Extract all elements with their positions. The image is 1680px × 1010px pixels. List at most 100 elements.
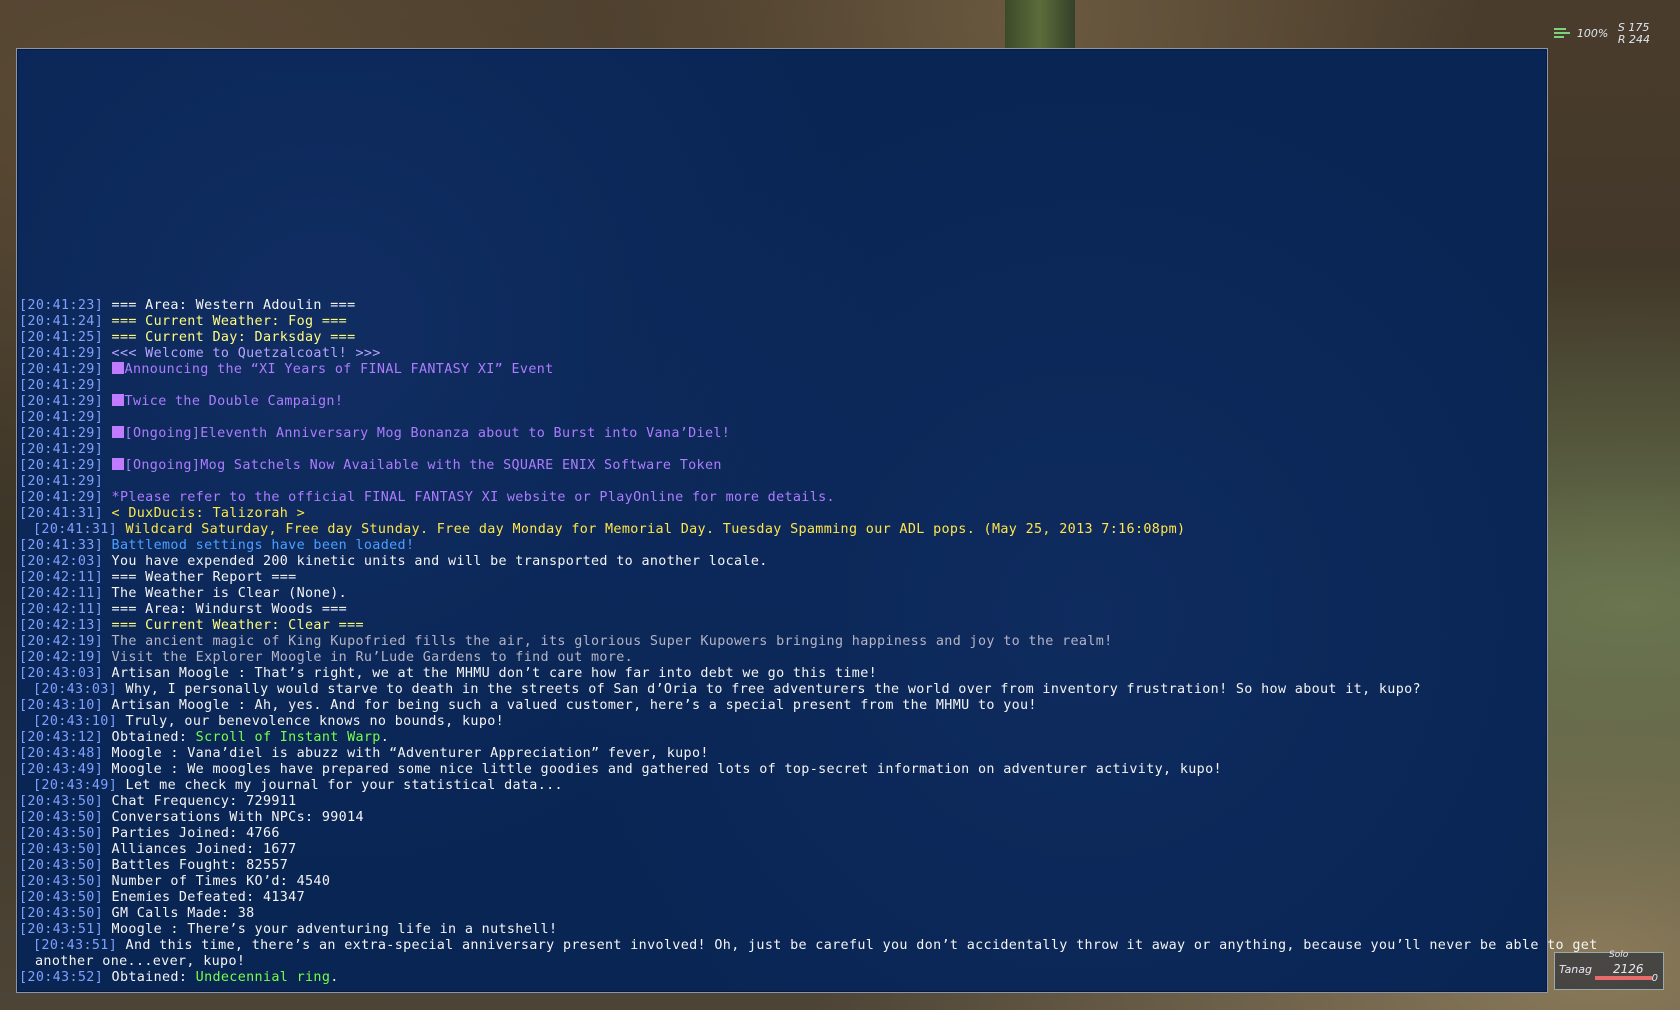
chat-timestamp: [20:41:29] [19, 474, 104, 489]
chat-line: [20:41:23] === Area: Western Adoulin === [19, 298, 1541, 314]
connection-percent: 100% [1576, 27, 1609, 40]
chat-text: *Please refer to the official FINAL FANT… [103, 490, 835, 505]
chat-line: [20:43:50] Number of Times KO’d: 4540 [19, 874, 1541, 890]
chat-timestamp: [20:41:31] [33, 522, 118, 537]
chat-text: === Weather Report === [103, 570, 297, 585]
chat-line: [20:41:24] === Current Weather: Fog === [19, 314, 1541, 330]
chat-text: Obtained: [103, 970, 196, 985]
chat-line: [20:43:50] Enemies Defeated: 41347 [19, 890, 1541, 906]
chat-log-window[interactable]: [20:41:23] === Area: Western Adoulin ===… [16, 48, 1597, 993]
chat-text: another one...ever, kupo! [35, 954, 246, 969]
player-name: Tanag [1559, 963, 1592, 976]
bullet-square-icon [111, 458, 124, 470]
chat-line: [20:42:19] The ancient magic of King Kup… [19, 634, 1541, 650]
top-right-hud: 100% S 175 R 244 [1553, 22, 1650, 46]
chat-line: [20:41:31] Wildcard Saturday, Free day S… [19, 522, 1541, 538]
chat-line: [20:41:29] [19, 410, 1541, 426]
chat-line: [20:41:29] [Ongoing]Mog Satchels Now Ava… [19, 458, 1541, 474]
chat-text: Twice the Double Campaign! [124, 394, 344, 409]
chat-text: And this time, there’s an extra-special … [117, 938, 1598, 953]
chat-text: Wildcard Saturday, Free day Stunday. Fre… [117, 522, 1186, 537]
chat-line: [20:43:50] Parties Joined: 4766 [19, 826, 1541, 842]
hp-bar [1595, 976, 1655, 980]
chat-line: [20:42:03] You have expended 200 kinetic… [19, 554, 1541, 570]
chat-timestamp: [20:41:23] [19, 298, 104, 313]
chat-timestamp: [20:43:51] [33, 938, 118, 953]
chat-text: === Current Day: Darksday === [103, 330, 356, 345]
chat-timestamp: [20:43:50] [19, 906, 104, 921]
chat-timestamp: [20:43:51] [19, 922, 104, 937]
chat-line: [20:41:29] *Please refer to the official… [19, 490, 1541, 506]
chat-timestamp: [20:41:29] [19, 362, 104, 377]
chat-timestamp: [20:41:31] [19, 506, 104, 521]
chat-timestamp: [20:43:49] [33, 778, 118, 793]
chat-text: Truly, our benevolence knows no bounds, … [117, 714, 505, 729]
chat-line: [20:42:19] Visit the Explorer Moogle in … [19, 650, 1541, 666]
chat-timestamp: [20:43:50] [19, 842, 104, 857]
chat-line: [20:42:11] === Area: Windurst Woods === [19, 602, 1541, 618]
chat-timestamp: [20:43:52] [19, 970, 104, 985]
chat-timestamp: [20:41:29] [19, 458, 104, 473]
chat-line: [20:42:11] === Weather Report === [19, 570, 1541, 586]
chat-timestamp: [20:43:50] [19, 810, 104, 825]
chat-text: . [330, 970, 339, 985]
chat-timestamp: [20:41:29] [19, 410, 104, 425]
chat-timestamp: [20:41:29] [19, 426, 104, 441]
party-status-box[interactable]: Solo Tanag 2126 0 [1554, 950, 1664, 990]
chat-timestamp: [20:41:25] [19, 330, 104, 345]
chat-timestamp: [20:43:50] [19, 826, 104, 841]
chat-timestamp: [20:43:10] [19, 698, 104, 713]
chat-text: Alliances Joined: 1677 [103, 842, 297, 857]
chat-text: Parties Joined: 4766 [103, 826, 280, 841]
chat-text: === Area: Western Adoulin === [103, 298, 356, 313]
chat-text: [Ongoing]Mog Satchels Now Available with… [124, 458, 722, 473]
player-hp: 2126 [1613, 962, 1644, 976]
hud-coordinates: S 175 R 244 [1618, 22, 1650, 46]
chat-timestamp: [20:43:50] [19, 794, 104, 809]
background-tree-trunk [1005, 0, 1075, 50]
chat-text: Conversations With NPCs: 99014 [103, 810, 364, 825]
chat-text: Chat Frequency: 729911 [103, 794, 297, 809]
chat-text: Number of Times KO’d: 4540 [103, 874, 331, 889]
chat-line: [20:41:29] Announcing the “XI Years of F… [19, 362, 1541, 378]
chat-text: <<< Welcome to Quetzalcoatl! >>> [103, 346, 381, 361]
chat-line: [20:43:51] Moogle : There’s your adventu… [19, 922, 1541, 938]
chat-timestamp: [20:42:03] [19, 554, 104, 569]
chat-line: [20:41:29] [19, 442, 1541, 458]
chat-timestamp: [20:42:19] [19, 650, 104, 665]
chat-timestamp: [20:43:50] [19, 890, 104, 905]
chat-line: [20:43:52] Obtained: Undecennial ring. [19, 970, 1541, 986]
chat-timestamp: [20:43:49] [19, 762, 104, 777]
chat-text: The Weather is Clear (None). [103, 586, 348, 601]
party-mode-label: Solo [1609, 950, 1629, 960]
chat-line: [20:42:13] === Current Weather: Clear ==… [19, 618, 1541, 634]
chat-timestamp: [20:41:29] [19, 346, 104, 361]
chat-line: [20:43:49] Moogle : We moogles have prep… [19, 762, 1541, 778]
chat-timestamp: [20:41:29] [19, 378, 104, 393]
chat-text: GM Calls Made: 38 [103, 906, 255, 921]
chat-text: Moogle : We moogles have prepared some n… [103, 762, 1222, 777]
bullet-square-icon [111, 394, 124, 406]
hp-bar-fill [1595, 976, 1652, 980]
chat-timestamp: [20:43:48] [19, 746, 104, 761]
chat-timestamp: [20:41:33] [19, 538, 104, 553]
chat-line: [20:41:29] [Ongoing]Eleventh Anniversary… [19, 426, 1541, 442]
chat-text: Artisan Moogle : Ah, yes. And for being … [103, 698, 1037, 713]
chat-timestamp: [20:42:19] [19, 634, 104, 649]
chat-timestamp: [20:43:12] [19, 730, 104, 745]
chat-line: [20:42:11] The Weather is Clear (None). [19, 586, 1541, 602]
chat-text: Announcing the “XI Years of FINAL FANTAS… [124, 362, 554, 377]
chat-line: [20:43:50] Chat Frequency: 729911 [19, 794, 1541, 810]
chat-text: === Current Weather: Fog === [103, 314, 348, 329]
chat-timestamp: [20:42:11] [19, 570, 104, 585]
chat-line: [20:43:03] Artisan Moogle : That’s right… [19, 666, 1541, 682]
chat-line: [20:43:49] Let me check my journal for y… [19, 778, 1541, 794]
chat-timestamp: [20:43:50] [19, 858, 104, 873]
bullet-square-icon [111, 426, 124, 438]
chat-text: === Area: Windurst Woods === [103, 602, 348, 617]
chat-text: Obtained: [103, 730, 196, 745]
chat-text: You have expended 200 kinetic units and … [103, 554, 768, 569]
chat-line: [20:41:29] <<< Welcome to Quetzalcoatl! … [19, 346, 1541, 362]
chat-text: Artisan Moogle : That’s right, we at the… [103, 666, 878, 681]
chat-line: [20:43:50] Conversations With NPCs: 9901… [19, 810, 1541, 826]
